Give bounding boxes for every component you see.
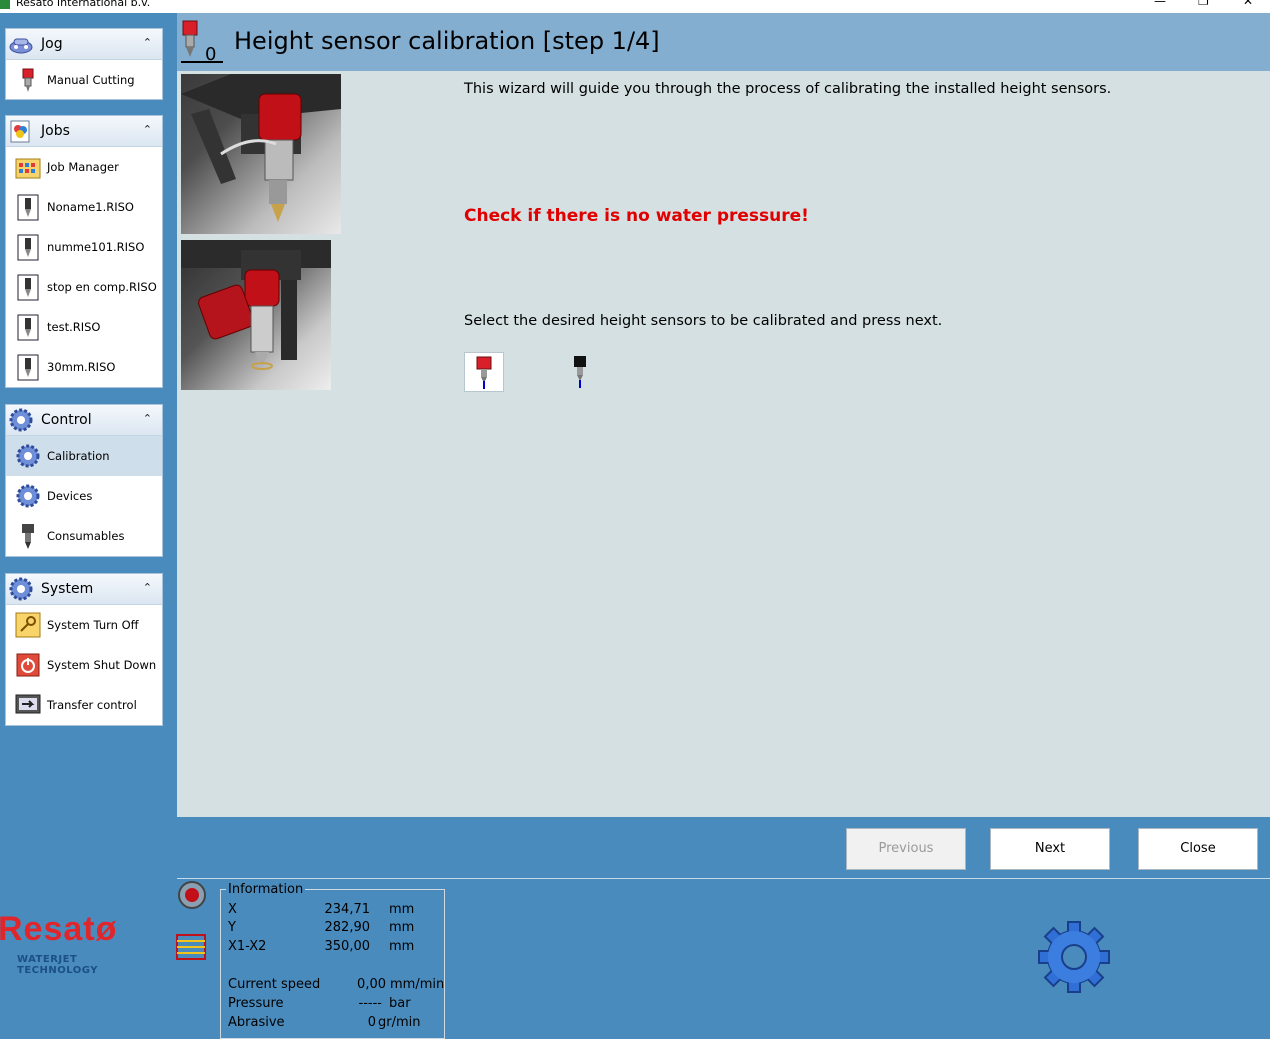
riso-file-icon (17, 354, 39, 381)
riso-file-icon (17, 274, 39, 301)
sidebar-item-system-turn-off[interactable]: System Turn Off (6, 605, 162, 645)
sidebar-item-system-shut-down[interactable]: System Shut Down (6, 645, 162, 685)
group-title-control: Control (41, 412, 92, 428)
transfer-control-icon (15, 694, 41, 714)
collapse-chevron-icon[interactable]: ⌃ (143, 36, 152, 49)
info-row-x1-x2: X1-X2 350,00 mm (228, 939, 415, 954)
sidebar-item-label: Consumables (47, 529, 125, 543)
window-title: Resato International b.v. (16, 0, 151, 9)
previous-button[interactable]: Previous (846, 828, 966, 870)
job-manager-icon (15, 158, 41, 179)
sidebar-item-label: System Turn Off (47, 618, 139, 632)
sidebar-item-label: Job Manager (47, 160, 119, 174)
info-row-x: X 234,71 mm (228, 902, 415, 917)
logo-tagline: WATERJET TECHNOLOGY (17, 954, 98, 976)
height-sensor-icon: 0 (181, 20, 223, 64)
divider (177, 878, 1270, 879)
sidebar-item-job-file[interactable]: 30mm.RISO (6, 347, 162, 387)
collapse-chevron-icon[interactable]: ⌃ (143, 581, 152, 594)
group-title-system: System (41, 581, 94, 597)
sidebar-item-label: test.RISO (47, 320, 101, 334)
height-sensor-2-toggle[interactable] (561, 352, 599, 390)
water-pressure-warning: Check if there is no water pressure! (464, 206, 809, 226)
sidebar-group-jog: Jog ⌃ Manual Cutting (5, 28, 163, 100)
red-height-sensor-icon (476, 356, 492, 389)
close-button[interactable]: Close (1138, 828, 1258, 870)
resato-logo: Resatø WATERJET TECHNOLOGY (0, 910, 160, 976)
sidebar-item-label: stop en comp.RISO (47, 280, 157, 294)
info-row-abrasive: Abrasive 0 gr/min (228, 1015, 421, 1030)
cutting-head-photo-2 (181, 240, 331, 390)
info-row-y: Y 282,90 mm (228, 920, 415, 935)
sidebar-item-job-file[interactable]: test.RISO (6, 307, 162, 347)
riso-file-icon (17, 234, 39, 261)
sidebar-item-job-manager[interactable]: Job Manager (6, 147, 162, 187)
power-icon (16, 653, 40, 677)
cutting-head-icon (22, 68, 34, 92)
sidebar-item-calibration[interactable]: Calibration (6, 436, 162, 476)
collapse-chevron-icon[interactable]: ⌃ (143, 123, 152, 136)
sidebar-item-transfer-control[interactable]: Transfer control (6, 685, 162, 725)
emergency-stop-icon (178, 881, 206, 909)
sidebar-group-control: Control ⌃ Calibration Devices Consumable… (5, 404, 163, 557)
information-panel: Information X 234,71 mm Y 282,90 mm X1-X2 350… (220, 882, 445, 1039)
sidebar-item-label: System Shut Down (47, 658, 157, 672)
sidebar-item-job-file[interactable]: Noname1.RISO (6, 187, 162, 227)
gear-icon (16, 444, 40, 468)
riso-file-icon (17, 194, 39, 221)
jobs-icon (10, 120, 30, 143)
info-row-pressure: Pressure ----- bar (228, 996, 411, 1011)
cutting-head-photo-1 (181, 74, 341, 234)
header-icon-digit: 0 (205, 44, 216, 64)
sidebar-item-job-file[interactable]: stop en comp.RISO (6, 267, 162, 307)
riso-file-icon (17, 314, 39, 341)
nozzle-icon (22, 524, 34, 549)
group-header-control[interactable]: Control ⌃ (6, 405, 162, 436)
sidebar-item-devices[interactable]: Devices (6, 476, 162, 516)
sidebar-item-label: Transfer control (47, 698, 137, 712)
sidebar-item-label: numme101.RISO (47, 240, 145, 254)
sidebar-item-consumables[interactable]: Consumables (6, 516, 162, 556)
window-title-bar: Resato International b.v. — ❐ ✕ (0, 0, 1270, 13)
group-header-jog[interactable]: Jog ⌃ (6, 29, 162, 60)
gear-icon (9, 408, 33, 432)
maximize-icon[interactable]: ❐ (1198, 0, 1209, 8)
sidebar-item-label: Noname1.RISO (47, 200, 134, 214)
wizard-header: 0 Height sensor calibration [step 1/4] (177, 13, 1270, 71)
height-sensor-1-toggle[interactable] (464, 352, 504, 392)
key-icon (15, 612, 41, 638)
status-icons (173, 879, 211, 969)
joystick-icon (9, 38, 33, 54)
wizard-content: This wizard will guide you through the p… (177, 71, 1270, 817)
settings-gear-icon[interactable] (1038, 921, 1110, 993)
group-header-system[interactable]: System ⌃ (6, 574, 162, 605)
sidebar-item-label: 30mm.RISO (47, 360, 116, 374)
minimize-icon[interactable]: — (1154, 0, 1166, 8)
safety-fence-icon (176, 934, 206, 960)
group-header-jobs[interactable]: Jobs ⌃ (6, 116, 162, 147)
black-height-sensor-icon (574, 356, 586, 388)
sidebar-item-manual-cutting[interactable]: Manual Cutting (6, 60, 162, 100)
sidebar-item-label: Manual Cutting (47, 73, 135, 87)
page-title: Height sensor calibration [step 1/4] (234, 27, 660, 55)
collapse-chevron-icon[interactable]: ⌃ (143, 412, 152, 425)
group-title-jog: Jog (41, 36, 63, 52)
app-icon (0, 0, 10, 9)
close-window-icon[interactable]: ✕ (1243, 0, 1253, 8)
sidebar-group-jobs: Jobs ⌃ Job Manager Noname1.RISO numme101… (5, 115, 163, 388)
group-title-jobs: Jobs (41, 123, 70, 139)
wizard-intro-text: This wizard will guide you through the p… (464, 81, 1112, 97)
info-row-current-speed: Current speed 0,00 mm/min (228, 977, 445, 992)
logo-brand: Resatø (0, 910, 118, 948)
sidebar-item-label: Calibration (47, 449, 110, 463)
wizard-instruction-text: Select the desired height sensors to be … (464, 313, 943, 329)
sidebar-group-system: System ⌃ System Turn Off System Shut Dow… (5, 573, 163, 726)
sidebar-item-label: Devices (47, 489, 93, 503)
gear-icon (16, 484, 40, 508)
gear-icon (9, 577, 33, 601)
sidebar-item-job-file[interactable]: numme101.RISO (6, 227, 162, 267)
next-button[interactable]: Next (990, 828, 1110, 870)
information-title: Information (226, 882, 306, 897)
